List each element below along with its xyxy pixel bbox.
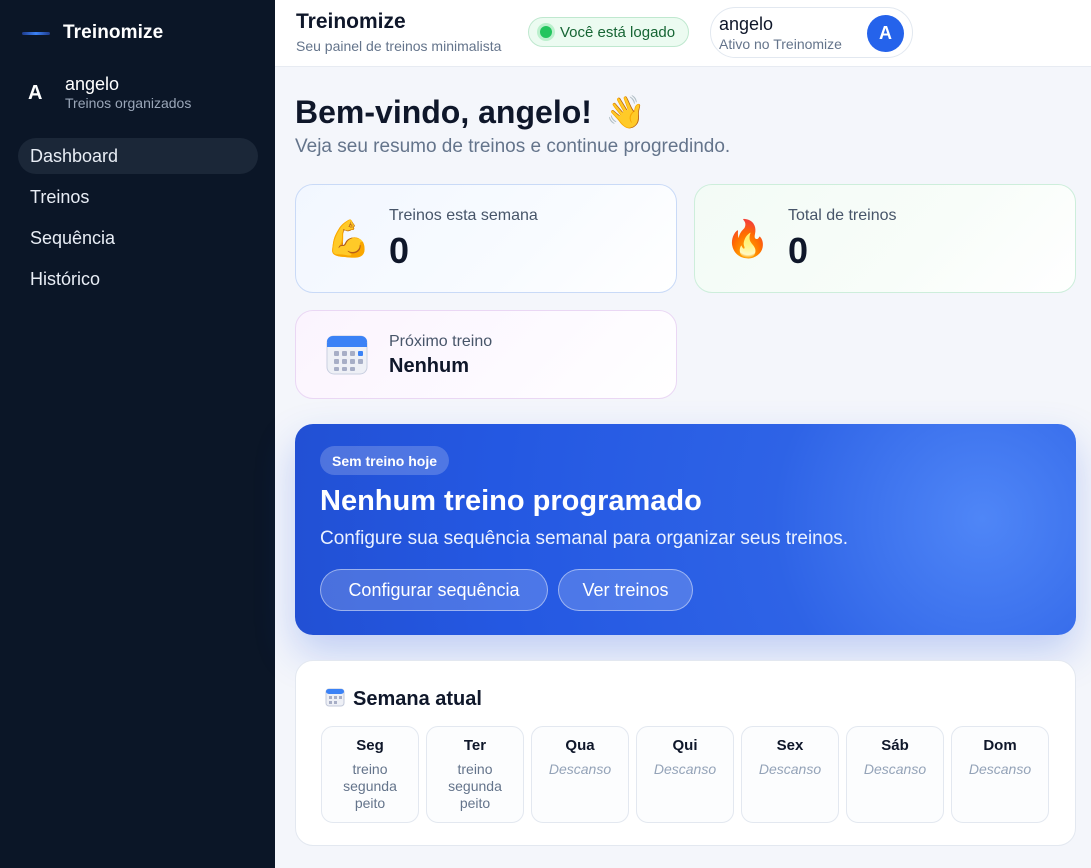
sidebar-user-avatar: A bbox=[28, 81, 43, 104]
topbar-title: Treinomize bbox=[296, 10, 406, 33]
stat-next-label: Próximo treino bbox=[389, 333, 493, 350]
page-title: Bem-vindo, angelo! 👋 bbox=[295, 93, 646, 131]
day-name: Sáb bbox=[881, 737, 909, 754]
flexed-biceps-icon: 💪 bbox=[326, 218, 371, 259]
sidebar-item-historico[interactable]: Histórico bbox=[18, 261, 258, 297]
stat-next-value: Nenhum bbox=[389, 355, 469, 377]
current-week-card: Semana atual Seg treino segunda peito Te… bbox=[295, 660, 1076, 846]
account-name: angelo bbox=[719, 14, 774, 34]
topbar: Treinomize Seu painel de treinos minimal… bbox=[275, 0, 1091, 67]
account-menu[interactable]: angelo Ativo no Treinomize A bbox=[710, 7, 913, 58]
week-header: Semana atual bbox=[325, 687, 482, 712]
stat-card-total: 🔥 Total de treinos 0 bbox=[694, 184, 1076, 293]
sidebar-user-subtitle: Treinos organizados bbox=[65, 95, 192, 111]
fire-icon: 🔥 bbox=[725, 218, 770, 259]
sidebar-item-sequencia[interactable]: Sequência bbox=[18, 220, 258, 256]
day-rest: Descanso bbox=[863, 761, 927, 777]
day-card-dom[interactable]: Dom Descanso bbox=[951, 726, 1049, 823]
day-rest: Descanso bbox=[758, 761, 822, 777]
day-name: Sex bbox=[776, 737, 804, 754]
day-card-qua[interactable]: Qua Descanso bbox=[531, 726, 629, 823]
stat-week-value: 0 bbox=[389, 230, 410, 271]
day-workout: treino segunda peito bbox=[343, 761, 397, 811]
stat-total-value: 0 bbox=[788, 230, 809, 271]
day-name: Qui bbox=[672, 737, 698, 754]
configure-sequence-button[interactable]: Configurar sequência bbox=[320, 569, 548, 611]
day-name: Qua bbox=[565, 737, 595, 754]
topbar-subtitle: Seu painel de treinos minimalista bbox=[296, 38, 502, 54]
login-status-badge: Você está logado bbox=[528, 17, 690, 47]
main-content: Bem-vindo, angelo! 👋 Veja seu resumo de … bbox=[275, 67, 1091, 868]
hero-title: Nenhum treino programado bbox=[320, 485, 702, 517]
brand-logo-icon bbox=[22, 28, 50, 38]
sidebar-nav: Dashboard Treinos Sequência Histórico bbox=[18, 138, 258, 302]
day-card-ter[interactable]: Ter treino segunda peito bbox=[426, 726, 524, 823]
sidebar-user-name: angelo bbox=[65, 74, 120, 94]
welcome-text: Bem-vindo, angelo! bbox=[295, 93, 592, 130]
hero-subtitle: Configure sua sequência semanal para org… bbox=[320, 528, 849, 549]
account-subtitle: Ativo no Treinomize bbox=[719, 36, 842, 52]
sidebar-item-treinos[interactable]: Treinos bbox=[18, 179, 258, 215]
login-status-text: Você está logado bbox=[560, 23, 676, 41]
day-card-seg[interactable]: Seg treino segunda peito bbox=[321, 726, 419, 823]
calendar-icon bbox=[326, 334, 368, 376]
stat-total-label: Total de treinos bbox=[788, 207, 897, 224]
week-title: Semana atual bbox=[353, 688, 482, 710]
hero-badge: Sem treino hoje bbox=[320, 446, 450, 475]
day-rest: Descanso bbox=[548, 761, 612, 777]
view-workouts-button[interactable]: Ver treinos bbox=[558, 569, 693, 611]
today-workout-banner: Sem treino hoje Nenhum treino programado… bbox=[295, 424, 1076, 635]
day-card-sex[interactable]: Sex Descanso bbox=[741, 726, 839, 823]
day-card-qui[interactable]: Qui Descanso bbox=[636, 726, 734, 823]
week-days: Seg treino segunda peito Ter treino segu… bbox=[321, 726, 1056, 823]
page-subtitle: Veja seu resumo de treinos e continue pr… bbox=[295, 136, 731, 157]
day-rest: Descanso bbox=[968, 761, 1032, 777]
waving-hand-icon: 👋 bbox=[605, 94, 646, 130]
avatar[interactable]: A bbox=[867, 15, 904, 52]
brand-name: Treinomize bbox=[63, 22, 164, 43]
stat-card-week: 💪 Treinos esta semana 0 bbox=[295, 184, 677, 293]
sidebar-user: A angelo Treinos organizados bbox=[22, 74, 191, 112]
status-dot-icon bbox=[540, 26, 552, 38]
day-rest: Descanso bbox=[653, 761, 717, 777]
sidebar-item-dashboard[interactable]: Dashboard bbox=[18, 138, 258, 174]
stat-card-next: Próximo treino Nenhum bbox=[295, 310, 677, 399]
stat-week-label: Treinos esta semana bbox=[389, 207, 538, 224]
sidebar: Treinomize A angelo Treinos organizados … bbox=[0, 0, 275, 868]
day-card-sab[interactable]: Sáb Descanso bbox=[846, 726, 944, 823]
day-name: Ter bbox=[463, 737, 487, 754]
day-name: Dom bbox=[983, 737, 1017, 754]
calendar-icon bbox=[325, 687, 345, 712]
brand[interactable]: Treinomize bbox=[22, 22, 163, 44]
day-name: Seg bbox=[356, 737, 384, 754]
day-workout: treino segunda peito bbox=[448, 761, 502, 811]
